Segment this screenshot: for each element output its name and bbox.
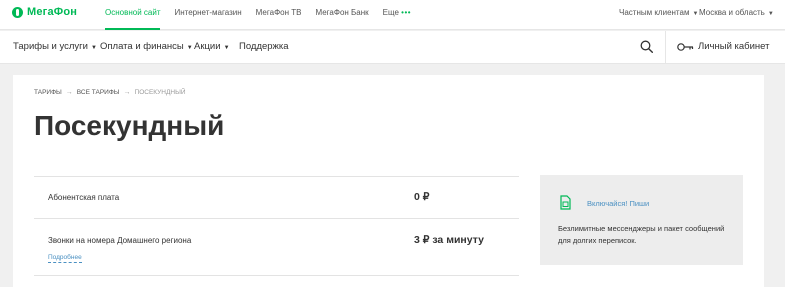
nav-promotions-label: Акции — [194, 41, 221, 52]
personal-account-link[interactable]: Личный кабинет — [698, 31, 769, 63]
nav-payment-label: Оплата и финансы — [100, 41, 184, 52]
chevron-down-icon: ▼ — [767, 11, 774, 17]
chevron-down-icon: ▼ — [90, 45, 97, 51]
client-type-label: Частным клиентам — [619, 8, 690, 17]
chevron-down-icon: ▼ — [186, 45, 193, 51]
breadcrumb-current: ПОСЕКУНДНЫЙ — [134, 89, 186, 96]
nav-divider — [665, 31, 666, 64]
breadcrumb: ТАРИФЫ → ВСЕ ТАРИФЫ → ПОСЕКУНДНЫЙ — [34, 89, 186, 96]
nav-tariffs-label: Тарифы и услуги — [13, 41, 88, 52]
breadcrumb-separator: → — [65, 89, 73, 96]
main-nav: Тарифы и услуги ▼ Оплата и финансы ▼ Акции… — [0, 31, 785, 64]
key-icon[interactable] — [677, 42, 694, 52]
promo-card: Включайся! Пиши Безлимитные мессенджеры … — [540, 175, 743, 265]
content-card: ТАРИФЫ → ВСЕ ТАРИФЫ → ПОСЕКУНДНЫЙ Посеку… — [13, 75, 764, 287]
chevron-down-icon: ▼ — [692, 11, 699, 17]
megafon-logo[interactable]: МегаФон — [12, 6, 77, 18]
table-divider — [34, 176, 519, 177]
region-selector[interactable]: Москва и область ▼ — [699, 0, 774, 30]
table-divider — [34, 275, 519, 276]
nav-promotions[interactable]: Акции ▼ — [194, 31, 230, 64]
table-divider — [34, 218, 519, 219]
search-icon[interactable] — [640, 40, 653, 53]
sim-card-icon — [560, 195, 571, 210]
logo-text: МегаФон — [27, 6, 78, 18]
chevron-down-icon: ▼ — [223, 45, 230, 51]
nav-payment-finance[interactable]: Оплата и финансы ▼ — [100, 31, 193, 64]
top-nav-more-label: Еще — [382, 8, 399, 17]
breadcrumb-all-tariffs[interactable]: ВСЕ ТАРИФЫ — [77, 89, 120, 96]
region-label: Москва и область — [699, 8, 765, 17]
top-nav-more[interactable]: Еще ••• — [383, 0, 411, 30]
top-nav-megafon-tv[interactable]: МегаФон ТВ — [256, 0, 302, 30]
client-type-selector[interactable]: Частным клиентам ▼ — [619, 0, 698, 30]
top-bar: МегаФон Основной сайт Интернет-магазин М… — [0, 0, 785, 30]
row-home-calls-label: Звонки на номера Домашнего региона — [48, 236, 192, 245]
top-nav-main-site[interactable]: Основной сайт — [105, 0, 161, 30]
page-title: Посекундный — [34, 110, 225, 141]
breadcrumb-tariffs[interactable]: ТАРИФЫ — [34, 89, 62, 96]
top-nav: Основной сайт Интернет-магазин МегаФон Т… — [105, 0, 425, 30]
row-subscription-fee-label: Абонентская плата — [48, 193, 120, 202]
details-link[interactable]: Подробнее — [48, 254, 82, 263]
top-nav-megafon-bank[interactable]: МегаФон Банк — [315, 0, 368, 30]
more-dots-icon: ••• — [401, 8, 412, 17]
top-nav-online-shop[interactable]: Интернет-магазин — [174, 0, 241, 30]
row-subscription-fee-value: 0 ₽ — [414, 191, 430, 203]
nav-support[interactable]: Поддержка — [239, 31, 289, 63]
promo-link[interactable]: Включайся! Пиши — [587, 199, 649, 208]
row-home-calls-value: 3 ₽ за минуту — [414, 234, 484, 246]
nav-tariffs-services[interactable]: Тарифы и услуги ▼ — [13, 31, 97, 64]
megafon-logo-icon — [12, 6, 23, 18]
promo-description: Безлимитные мессенджеры и пакет сообщени… — [558, 224, 725, 245]
breadcrumb-separator: → — [123, 89, 131, 96]
